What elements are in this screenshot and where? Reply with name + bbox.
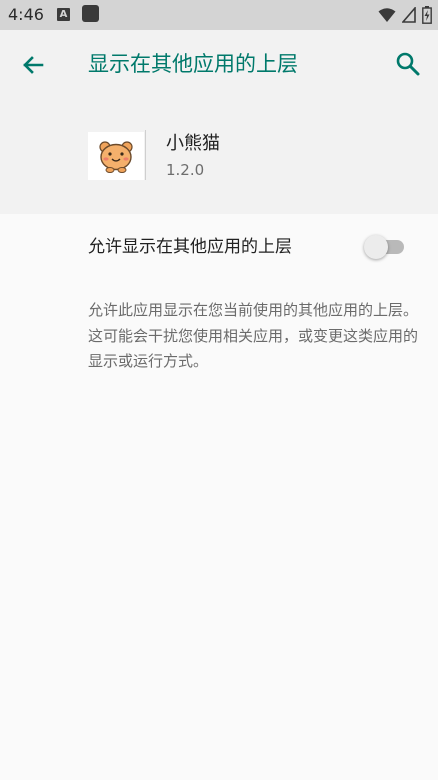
search-icon bbox=[396, 52, 420, 76]
battery-charging-icon bbox=[422, 6, 432, 24]
app-bar: 显示在其他应用的上层 bbox=[0, 30, 438, 98]
arrow-back-icon bbox=[23, 56, 44, 74]
overlay-permission-label: 允许显示在其他应用的上层 bbox=[88, 237, 292, 257]
overlay-permission-toggle[interactable] bbox=[364, 235, 406, 259]
status-bar: 4:46 A bbox=[0, 0, 438, 30]
page-title: 显示在其他应用的上层 bbox=[88, 52, 298, 76]
cartoon-face-icon bbox=[99, 141, 133, 173]
permission-description: 允许此应用显示在您当前使用的其他应用的上层。这可能会干扰您使用相关应用，或变更这… bbox=[88, 301, 419, 370]
status-icons bbox=[378, 5, 432, 25]
overlay-permission-row[interactable]: 允许显示在其他应用的上层 bbox=[0, 214, 438, 280]
search-button[interactable] bbox=[394, 50, 422, 78]
status-time: 4:46 bbox=[8, 5, 44, 24]
app-icon bbox=[88, 132, 144, 180]
wifi-icon bbox=[378, 8, 396, 22]
notification-square-icon bbox=[82, 5, 99, 22]
cell-signal-icon bbox=[402, 7, 416, 23]
back-button[interactable] bbox=[18, 50, 48, 80]
app-name: 小熊猫 bbox=[166, 133, 220, 154]
app-version: 1.2.0 bbox=[166, 161, 205, 179]
icon-divider bbox=[145, 130, 146, 180]
app-header: 小熊猫 1.2.0 bbox=[0, 98, 438, 214]
toggle-thumb bbox=[364, 235, 388, 259]
notification-a-icon: A bbox=[57, 8, 70, 21]
